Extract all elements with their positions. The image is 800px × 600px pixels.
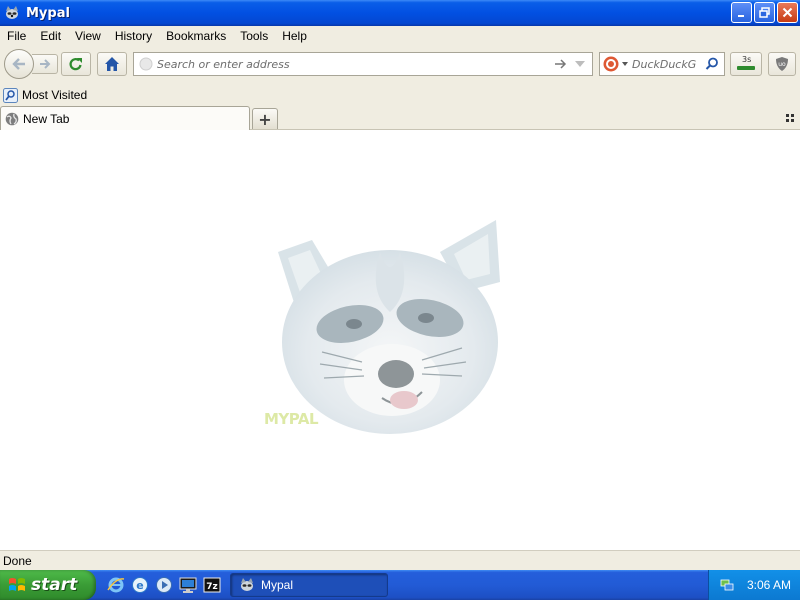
title-bar[interactable]: Mypal (0, 0, 800, 26)
most-visited-icon (3, 87, 18, 103)
media-player-icon (155, 576, 172, 593)
tab-new-tab[interactable]: New Tab (0, 106, 250, 130)
status-text: Done (3, 553, 32, 568)
menu-bar: File Edit View History Bookmarks Tools H… (0, 26, 800, 46)
quick-launch-media-player[interactable] (154, 575, 173, 594)
mypal-app-icon (6, 6, 18, 19)
taskbar-item-mypal[interactable]: Mypal (230, 573, 388, 597)
dropdown-arrow-icon[interactable] (574, 60, 586, 68)
bookmark-most-visited[interactable]: Most Visited (3, 87, 88, 103)
addon-button[interactable]: 3s (730, 52, 762, 76)
close-button[interactable] (777, 2, 798, 23)
menu-file[interactable]: File (2, 29, 33, 43)
reload-button[interactable] (61, 52, 91, 76)
browser-icon: e (131, 576, 148, 593)
status-bar: Done (0, 550, 800, 570)
menu-bookmarks[interactable]: Bookmarks (159, 29, 233, 43)
raccoon-logo-icon (278, 220, 500, 434)
home-icon (105, 57, 119, 71)
most-visited-label: Most Visited (22, 88, 88, 102)
reload-icon (69, 58, 82, 71)
7zip-icon: 7z (203, 577, 220, 592)
minimize-icon (737, 14, 744, 17)
search-bar[interactable] (599, 52, 725, 76)
back-button[interactable] (4, 49, 34, 79)
duckduckgo-icon[interactable] (603, 56, 619, 72)
menu-history[interactable]: History (108, 29, 159, 43)
address-input[interactable] (157, 57, 537, 71)
svg-text:7z: 7z (206, 582, 218, 592)
restore-icon (759, 7, 770, 18)
forward-arrow-icon (39, 59, 50, 69)
engine-dropdown-icon[interactable] (622, 62, 628, 66)
new-tab-button[interactable]: + (252, 108, 278, 129)
forward-button[interactable] (32, 54, 58, 74)
window-title: Mypal (26, 5, 70, 21)
windows-logo-icon (9, 578, 25, 591)
tab-groups-icon[interactable] (786, 114, 794, 122)
system-tray: 3:06 AM (708, 570, 800, 600)
address-bar[interactable] (133, 52, 593, 76)
quick-launch-ie[interactable] (106, 575, 125, 594)
tabs-bar: New Tab + (0, 106, 800, 130)
quick-launch-7zip[interactable]: 7z (202, 575, 221, 594)
start-button[interactable]: start (0, 570, 96, 600)
site-identity-icon (139, 57, 153, 71)
mypal-logo: MYPAL (262, 212, 512, 442)
globe-icon (5, 112, 19, 125)
menu-help[interactable]: Help (275, 29, 314, 43)
plus-icon: + (258, 109, 272, 129)
menu-edit[interactable]: Edit (33, 29, 68, 43)
quick-launch-browser[interactable]: e (130, 575, 149, 594)
clock[interactable]: 3:06 AM (747, 578, 791, 592)
bookmarks-toolbar: Most Visited (0, 84, 800, 106)
addon-badge-text: 3s (742, 55, 752, 64)
menu-tools[interactable]: Tools (233, 29, 275, 43)
quick-launch-show-desktop[interactable] (178, 575, 197, 594)
svg-text:uo: uo (778, 61, 786, 68)
search-icon[interactable] (705, 57, 719, 71)
ublock-button[interactable]: uo (768, 52, 796, 76)
minimize-button[interactable] (731, 2, 752, 23)
search-input[interactable] (632, 57, 696, 71)
mypal-logo-text: MYPAL (264, 410, 319, 428)
mypal-task-icon (241, 578, 253, 591)
menu-view[interactable]: View (68, 29, 108, 43)
back-arrow-icon (12, 58, 25, 70)
home-button[interactable] (97, 52, 127, 76)
page-content: MYPAL (0, 130, 800, 550)
close-icon (782, 7, 793, 18)
ublock-shield-icon: uo (776, 57, 788, 71)
restore-button[interactable] (754, 2, 775, 23)
task-label: Mypal (261, 578, 294, 592)
internet-explorer-icon (106, 577, 124, 592)
navigation-toolbar: 3s uo (0, 46, 800, 84)
start-label: start (31, 575, 78, 595)
monitor-icon (179, 577, 196, 593)
svg-text:e: e (136, 579, 143, 592)
quick-launch: e 7z (106, 575, 221, 594)
taskbar: start e 7z Mypal 3:06 AM (0, 570, 800, 600)
go-arrow-icon[interactable] (554, 58, 568, 70)
tab-label: New Tab (23, 111, 70, 126)
network-icon[interactable] (719, 577, 735, 593)
